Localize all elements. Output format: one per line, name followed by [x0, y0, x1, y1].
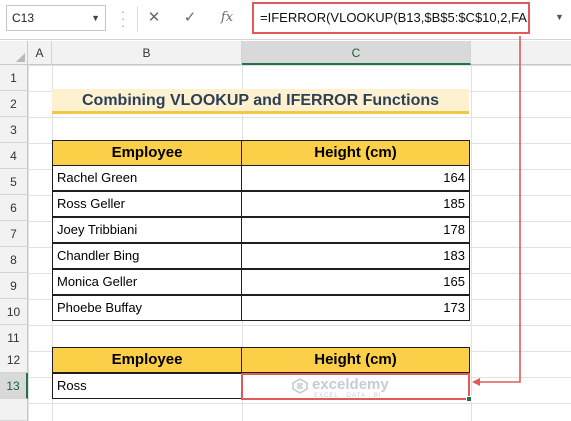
- column-header-b[interactable]: B: [52, 41, 242, 65]
- column-header-empty: [471, 41, 571, 65]
- divider: [471, 65, 472, 421]
- row-header-12[interactable]: 12: [0, 347, 28, 373]
- chevron-down-icon[interactable]: ▼: [91, 6, 100, 30]
- row-header-5[interactable]: 5: [0, 169, 28, 195]
- table-header-employee[interactable]: Employee: [52, 140, 242, 166]
- formula-bar: C13 ▼ · · · ✕ ✓ fx =IFERROR(VLOOKUP(B13,$B…: [0, 0, 571, 40]
- close-icon[interactable]: ✕: [143, 6, 165, 30]
- row-header-2[interactable]: 2: [0, 91, 28, 117]
- table-cell-name[interactable]: Chandler Bing: [52, 243, 242, 269]
- row-header-3[interactable]: 3: [0, 117, 28, 143]
- row-header-10[interactable]: 10: [0, 299, 28, 325]
- table-cell-height[interactable]: 183: [241, 243, 470, 269]
- row-header-7[interactable]: 7: [0, 221, 28, 247]
- column-header-c[interactable]: C: [242, 41, 471, 65]
- lookup-header-height[interactable]: Height (cm): [241, 347, 470, 373]
- formula-input[interactable]: =IFERROR(VLOOKUP(B13,$B$5:$C$10,2,FALSE)…: [252, 2, 530, 34]
- name-box[interactable]: C13 ▼: [6, 5, 106, 31]
- row-header-13[interactable]: 13: [0, 373, 28, 399]
- row-header-4[interactable]: 4: [0, 143, 28, 169]
- check-icon[interactable]: ✓: [179, 6, 201, 30]
- table-cell-height[interactable]: 165: [241, 269, 470, 295]
- table-cell-height[interactable]: 185: [241, 191, 470, 217]
- chevron-down-icon[interactable]: ▼: [555, 12, 564, 22]
- table-cell-name[interactable]: Monica Geller: [52, 269, 242, 295]
- table-cell-name[interactable]: Ross Geller: [52, 191, 242, 217]
- lookup-header-employee[interactable]: Employee: [52, 347, 242, 373]
- fill-handle[interactable]: [466, 396, 472, 402]
- column-header-a[interactable]: A: [28, 41, 52, 65]
- table-header-height[interactable]: Height (cm): [241, 140, 470, 166]
- row-header-8[interactable]: 8: [0, 247, 28, 273]
- table-cell-height[interactable]: 173: [241, 295, 470, 321]
- table-cell-height[interactable]: 164: [241, 165, 470, 191]
- table-cell-name[interactable]: Rachel Green: [52, 165, 242, 191]
- divider: [137, 6, 138, 32]
- row-header-6[interactable]: 6: [0, 195, 28, 221]
- select-all-corner[interactable]: [0, 41, 28, 65]
- row-header-9[interactable]: 9: [0, 273, 28, 299]
- lookup-name-cell[interactable]: Ross: [52, 373, 242, 399]
- table-cell-name[interactable]: Joey Tribbiani: [52, 217, 242, 243]
- sheet-title[interactable]: Combining VLOOKUP and IFERROR Functions: [52, 89, 469, 114]
- table-cell-name[interactable]: Phoebe Buffay: [52, 295, 242, 321]
- row-header-1[interactable]: 1: [0, 65, 28, 91]
- function-icon[interactable]: fx: [216, 6, 238, 30]
- row-header-empty: [0, 399, 28, 421]
- table-cell-height[interactable]: 178: [241, 217, 470, 243]
- drag-handle-icon[interactable]: · · ·: [117, 5, 129, 32]
- selected-cell-highlight[interactable]: [241, 373, 470, 400]
- name-box-value: C13: [12, 11, 35, 25]
